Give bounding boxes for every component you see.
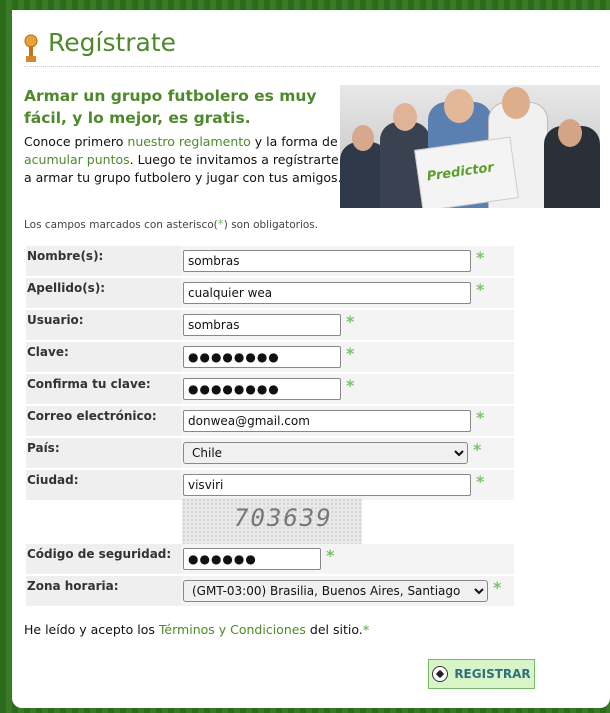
zona-horaria-label: Zona horaria: bbox=[27, 579, 119, 593]
registrar-button-label: REGISTRAR bbox=[454, 667, 531, 681]
note-text: Los campos marcados con asterisco( bbox=[24, 219, 218, 231]
terms-text: He leído y acepto los bbox=[24, 622, 159, 637]
required-star-icon: * bbox=[473, 440, 482, 459]
correo-label: Correo electrónico: bbox=[27, 409, 157, 423]
required-star-icon: * bbox=[326, 546, 335, 565]
form-row-confirma-clave: Confirma tu clave: * bbox=[26, 374, 514, 404]
apellido-input[interactable] bbox=[183, 282, 471, 304]
ciudad-label: Ciudad: bbox=[27, 473, 79, 487]
usuario-input[interactable] bbox=[183, 314, 341, 336]
zona-horaria-select[interactable]: (GMT-03:00) Brasilia, Buenos Aires, Sant… bbox=[183, 580, 488, 602]
required-star-icon: * bbox=[346, 344, 355, 363]
promo-image: Predictor bbox=[340, 85, 600, 208]
form-row-pais: País: Chile * bbox=[26, 438, 514, 468]
confirma-clave-input[interactable] bbox=[183, 378, 341, 400]
pais-label: País: bbox=[27, 441, 60, 455]
clave-label: Clave: bbox=[27, 345, 69, 359]
ciudad-input[interactable] bbox=[183, 474, 471, 496]
required-star-icon: * bbox=[476, 408, 485, 427]
usuario-label: Usuario: bbox=[27, 313, 84, 327]
headline: Armar un grupo futbolero es muy fácil, y… bbox=[24, 87, 317, 127]
required-star-icon: * bbox=[476, 248, 485, 267]
promo-logo: Predictor bbox=[414, 136, 519, 208]
terms-link[interactable]: Términos y Condiciones bbox=[159, 622, 306, 637]
reglamento-link[interactable]: nuestro reglamento bbox=[127, 134, 250, 149]
terms-text: del sitio. bbox=[305, 622, 363, 637]
promo-person-head bbox=[352, 125, 374, 151]
note-text: ) son obligatorios. bbox=[223, 219, 319, 231]
required-star-icon: * bbox=[493, 578, 502, 597]
promo-person-head bbox=[393, 103, 417, 131]
clave-input[interactable] bbox=[183, 346, 341, 368]
promo-person-head bbox=[444, 89, 474, 123]
required-star-icon: * bbox=[346, 376, 355, 395]
intro-text-part: Conoce primero bbox=[24, 134, 128, 149]
pais-select[interactable]: Chile bbox=[183, 442, 468, 464]
title-row: Regístrate bbox=[24, 26, 600, 67]
promo-person-head bbox=[502, 87, 530, 119]
nombre-label: Nombre(s): bbox=[27, 249, 104, 263]
intro-text-part: y la forma de bbox=[250, 134, 338, 149]
required-star-icon: * bbox=[476, 472, 485, 491]
acumular-puntos-link[interactable]: acumular puntos bbox=[24, 152, 130, 167]
registration-panel: Regístrate Armar un grupo futbolero es m… bbox=[12, 10, 610, 708]
captcha-text: 703639 bbox=[234, 504, 333, 532]
promo-logo-text: Predictor bbox=[425, 160, 495, 185]
form-row-ciudad: Ciudad: * bbox=[26, 470, 514, 500]
nombre-input[interactable] bbox=[183, 250, 471, 272]
required-star-icon: * bbox=[346, 312, 355, 331]
codigo-input[interactable] bbox=[183, 548, 321, 570]
terms-statement: He leído y acepto los Términos y Condici… bbox=[24, 622, 369, 637]
form-row-clave: Clave: * bbox=[26, 342, 514, 372]
required-fields-note: Los campos marcados con asterisco(*) son… bbox=[24, 217, 318, 231]
form-row-nombre: Nombre(s): * bbox=[26, 246, 514, 276]
registrar-button[interactable]: REGISTRAR bbox=[428, 659, 535, 689]
codigo-label: Código de seguridad: bbox=[27, 547, 172, 561]
intro-text: Conoce primero nuestro reglamento y la f… bbox=[24, 133, 354, 187]
apellido-label: Apellido(s): bbox=[27, 281, 106, 295]
soccer-ball-icon bbox=[432, 666, 449, 682]
required-star-icon: * bbox=[476, 280, 485, 299]
form-row-codigo: Código de seguridad: * bbox=[26, 544, 514, 574]
confirma-clave-label: Confirma tu clave: bbox=[27, 377, 151, 391]
page-title: Regístrate bbox=[48, 28, 177, 57]
form-row-correo: Correo electrónico: * bbox=[26, 406, 514, 436]
trophy-icon bbox=[24, 34, 38, 62]
form-row-usuario: Usuario: * bbox=[26, 310, 514, 340]
form-row-zona-horaria: Zona horaria: (GMT-03:00) Brasilia, Buen… bbox=[26, 576, 514, 606]
captcha-image: 703639 bbox=[182, 498, 362, 544]
required-star-icon: * bbox=[362, 622, 370, 637]
form-row-apellido: Apellido(s): * bbox=[26, 278, 514, 308]
correo-input[interactable] bbox=[183, 410, 471, 432]
promo-person-head bbox=[558, 119, 582, 147]
